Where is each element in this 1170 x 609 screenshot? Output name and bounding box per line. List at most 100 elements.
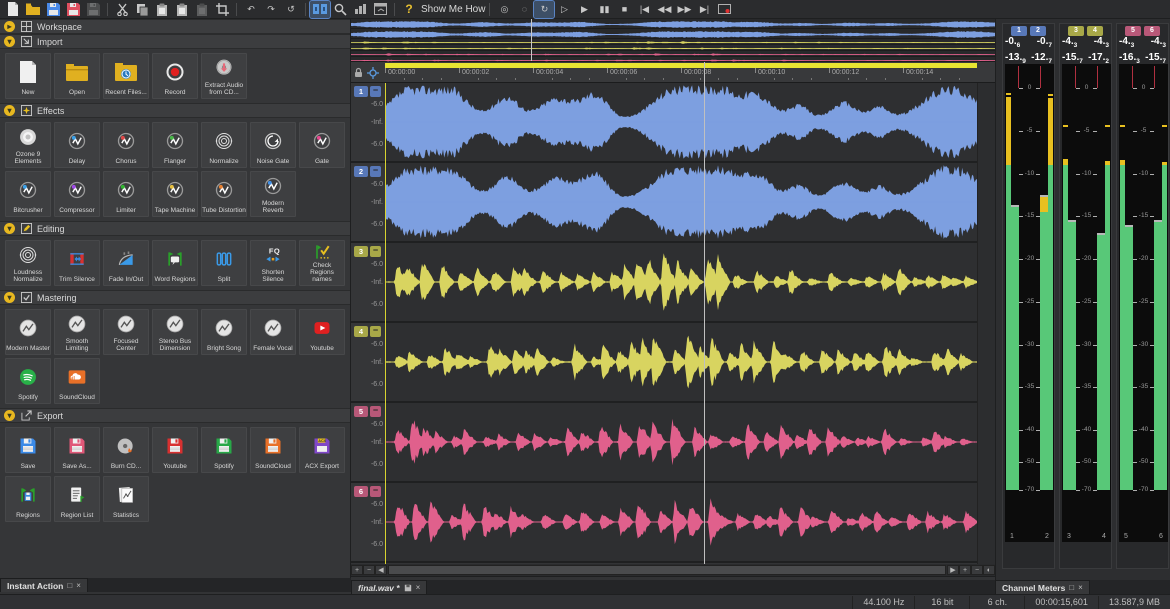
zoom-tool-button[interactable] xyxy=(330,1,350,18)
zoom-in-time-button[interactable]: + xyxy=(351,565,363,575)
channel-badge[interactable]: 3 xyxy=(354,246,368,257)
save-tile[interactable]: Save xyxy=(5,427,51,473)
horizontal-scrollbar[interactable]: + − ◀ ▶ + − ◐ xyxy=(351,564,995,576)
tape-machine-tile[interactable]: Tape Machine xyxy=(152,171,198,217)
track-ch3[interactable]: 3−-6.0-Inf.-6.0 xyxy=(351,243,977,323)
section-header-export[interactable]: ▾Export xyxy=(0,408,350,423)
zoom-out-button[interactable]: − xyxy=(971,565,983,575)
track-ch1[interactable]: 1−-6.0-Inf.-6.0 xyxy=(351,83,977,163)
waveform-ch2[interactable] xyxy=(385,163,977,241)
save-as-tile[interactable]: Save As... xyxy=(54,427,100,473)
section-header-editing[interactable]: ▾Editing xyxy=(0,221,350,236)
word-regions-tile[interactable]: Word Regions xyxy=(152,240,198,286)
soundcloud-tile[interactable]: SoundCloud xyxy=(250,427,296,473)
channel-badge[interactable]: 4 xyxy=(1087,26,1103,36)
zoom-fit-button[interactable]: ◐ xyxy=(983,565,995,575)
playhead-cursor[interactable] xyxy=(704,62,705,564)
spotify-tile[interactable]: Spotify xyxy=(5,358,51,404)
close-icon[interactable]: × xyxy=(1078,583,1083,592)
female-vocal-tile[interactable]: Female Vocal xyxy=(250,309,296,355)
save-button[interactable] xyxy=(43,1,63,18)
tube-distortion-tile[interactable]: Tube Distortion xyxy=(201,171,247,217)
normalize-tile[interactable]: Normalize xyxy=(201,122,247,168)
loop-region-button[interactable]: ◌ xyxy=(514,1,534,18)
channel-converter-button[interactable] xyxy=(310,1,330,18)
channel-badge[interactable]: 3 xyxy=(1068,26,1084,36)
pause-button[interactable]: ▮▮ xyxy=(594,1,614,18)
chevron-down-icon[interactable]: ▾ xyxy=(4,223,15,234)
scrollbar-thumb[interactable] xyxy=(388,565,946,575)
collapse-track-button[interactable]: − xyxy=(370,246,381,257)
channel-badge[interactable]: 4 xyxy=(354,326,368,337)
waveform-ch4[interactable] xyxy=(385,323,977,401)
ozone-9-elements-tile[interactable]: Ozone 9 Elements xyxy=(5,122,51,168)
lock-icon[interactable] xyxy=(354,67,363,78)
scroll-right-button[interactable]: ▶ xyxy=(947,565,959,575)
open-tile[interactable]: Open xyxy=(54,53,100,99)
undock-icon[interactable]: □ xyxy=(1069,583,1074,592)
acx-export-tile[interactable]: ACXACX Export xyxy=(299,427,345,473)
track-ch4[interactable]: 4−-6.0-Inf.-6.0 xyxy=(351,323,977,403)
collapse-track-button[interactable]: − xyxy=(370,486,381,497)
soundcloud-tile[interactable]: SoundCloud xyxy=(54,358,100,404)
paste-button[interactable] xyxy=(152,1,172,18)
open-button[interactable] xyxy=(23,1,43,18)
waveform-ch1[interactable] xyxy=(385,83,977,161)
track-ch2[interactable]: 2−-6.0-Inf.-6.0 xyxy=(351,163,977,243)
waveform-ch6[interactable] xyxy=(385,483,977,561)
channel-badge[interactable]: 1 xyxy=(1011,26,1027,36)
waveform-ch3[interactable] xyxy=(385,243,977,321)
snap-crosshair-icon[interactable] xyxy=(367,67,379,79)
repeat-button[interactable]: ↺ xyxy=(281,1,301,18)
crop-button[interactable] xyxy=(212,1,232,18)
channel-badge[interactable]: 6 xyxy=(354,486,368,497)
chorus-tile[interactable]: Chorus xyxy=(103,122,149,168)
go-to-end-button[interactable]: ▶| xyxy=(694,1,714,18)
chevron-right-icon[interactable]: ▸ xyxy=(4,21,15,32)
section-header-effects[interactable]: ▾Effects xyxy=(0,103,350,118)
burn-cd-tile[interactable]: Burn CD... xyxy=(103,427,149,473)
channel-badge[interactable]: 2 xyxy=(1030,26,1046,36)
channel-meters-tab[interactable]: Channel Meters □ × xyxy=(995,580,1090,594)
split-tile[interactable]: Split xyxy=(201,240,247,286)
collapse-track-button[interactable]: − xyxy=(370,326,381,337)
delay-tile[interactable]: Delay xyxy=(54,122,100,168)
record-tile[interactable]: Record xyxy=(152,53,198,99)
smooth-limiting-tile[interactable]: Smooth Limiting xyxy=(54,309,100,355)
youtube-tile[interactable]: Youtube xyxy=(299,309,345,355)
section-header-mastering[interactable]: ▾Mastering xyxy=(0,290,350,305)
check-regions-names-tile[interactable]: Check Regions names xyxy=(299,240,345,286)
channel-badge[interactable]: 5 xyxy=(1125,26,1141,36)
copy-button[interactable] xyxy=(132,1,152,18)
noise-gate-tile[interactable]: Noise Gate xyxy=(250,122,296,168)
save-as-button[interactable] xyxy=(63,1,83,18)
play-all-button[interactable]: ▷ xyxy=(554,1,574,18)
waveform-ch5[interactable] xyxy=(385,403,977,481)
recent-files-tile[interactable]: Recent Files... xyxy=(103,53,149,99)
modern-master-tile[interactable]: Modern Master xyxy=(5,309,51,355)
shorten-silence-tile[interactable]: FQShorten Silence xyxy=(250,240,296,286)
go-to-start-button[interactable]: |◀ xyxy=(634,1,654,18)
undock-icon[interactable]: □ xyxy=(67,581,72,590)
save-all-button[interactable] xyxy=(83,1,103,18)
new-tile[interactable]: New xyxy=(5,53,51,99)
show-me-how-button[interactable]: ? xyxy=(399,1,419,18)
overview-cursor[interactable] xyxy=(531,19,532,61)
bitcrusher-tile[interactable]: Bitcrusher xyxy=(5,171,51,217)
audio-overview-strip[interactable] xyxy=(351,19,995,62)
focused-center-tile[interactable]: Focused Center xyxy=(103,309,149,355)
channel-badge[interactable]: 6 xyxy=(1144,26,1160,36)
scroll-left-button[interactable]: ◀ xyxy=(375,565,387,575)
flanger-tile[interactable]: Flanger xyxy=(152,122,198,168)
statistics-tile[interactable]: Statistics xyxy=(103,476,149,522)
section-header-import[interactable]: ▾Import xyxy=(0,34,350,49)
loop-playback-button[interactable]: ↻ xyxy=(534,1,554,18)
compressor-tile[interactable]: Compressor xyxy=(54,171,100,217)
cut-button[interactable] xyxy=(112,1,132,18)
channel-badge[interactable]: 5 xyxy=(354,406,368,417)
gate-tile[interactable]: Gate xyxy=(299,122,345,168)
play-button[interactable]: ▶ xyxy=(574,1,594,18)
trim-silence-tile[interactable]: Trim Silence xyxy=(54,240,100,286)
stereo-bus-dimension-tile[interactable]: Stereo Bus Dimension xyxy=(152,309,198,355)
region-list-tile[interactable]: Region List xyxy=(54,476,100,522)
